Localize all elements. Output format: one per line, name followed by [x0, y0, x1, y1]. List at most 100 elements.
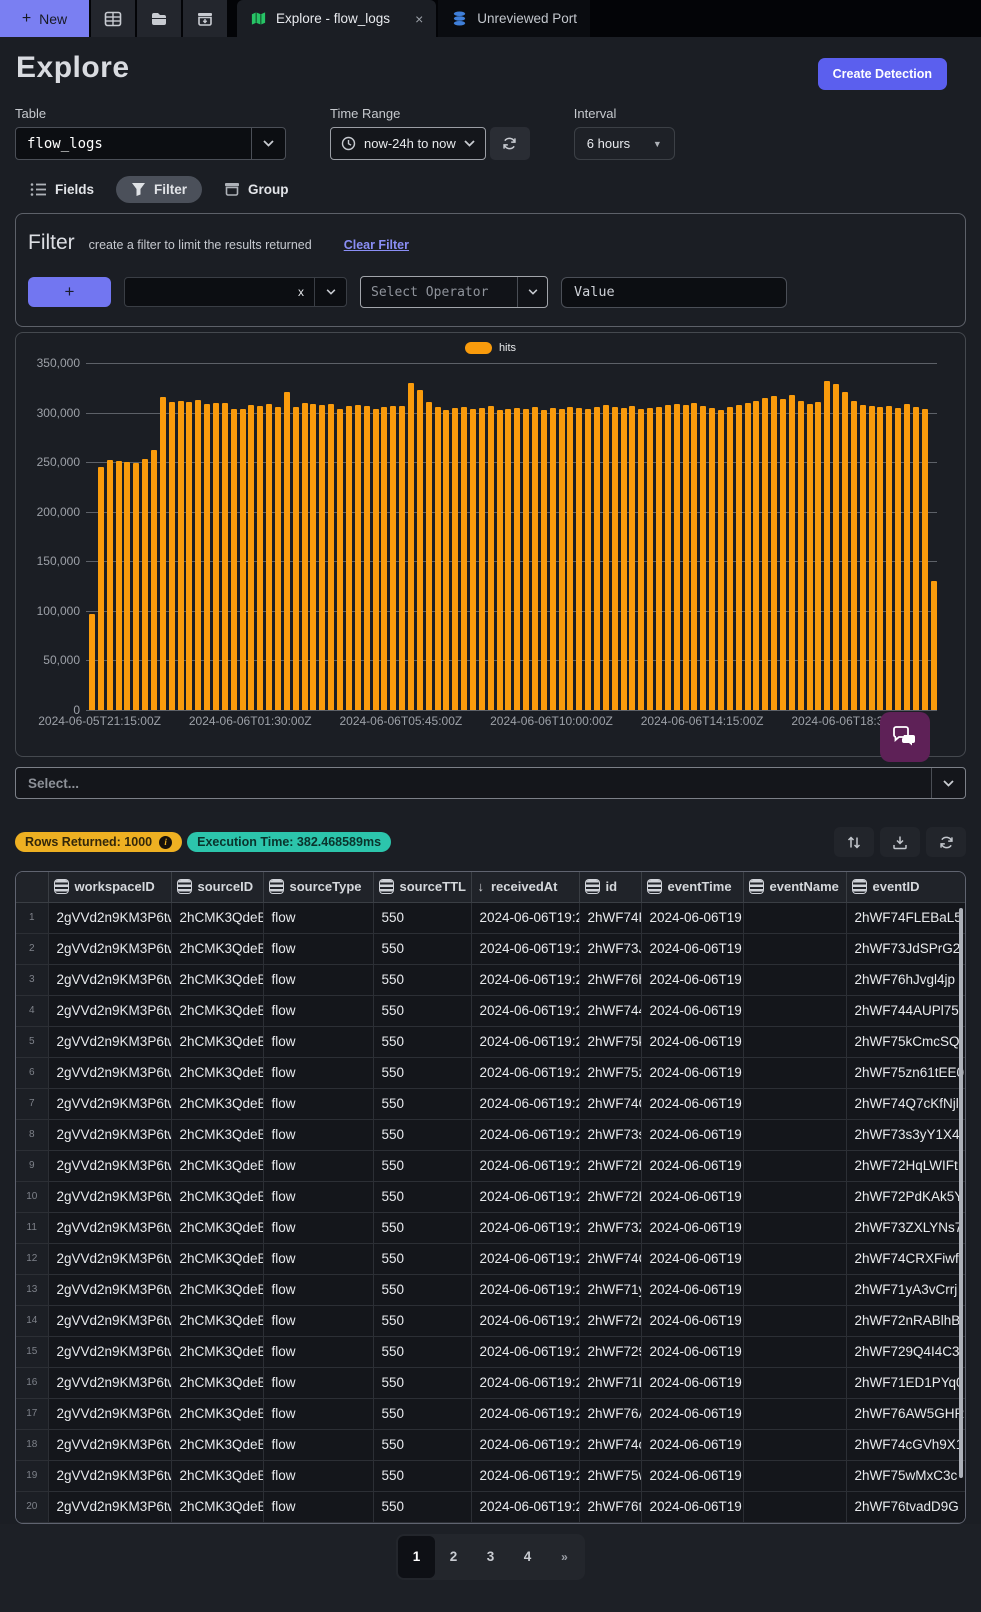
operator-select[interactable]: Select Operator: [360, 276, 548, 308]
bar: [683, 405, 689, 710]
chart-plot[interactable]: [86, 363, 937, 710]
interval-value: 6 hours: [587, 136, 630, 151]
table-row[interactable]: 82gVVd2n9KM3P6twl2hCMK3QdeBGflow5502024-…: [16, 1119, 966, 1150]
refresh-results-button[interactable]: [926, 827, 966, 857]
filter-value-input[interactable]: [561, 277, 787, 308]
table-cell: 2hWF75kCmcSQ: [846, 1026, 966, 1057]
column-header-sourceTTL[interactable]: sourceTTL: [373, 872, 471, 902]
table-row[interactable]: 52gVVd2n9KM3P6twl2hCMK3QdeBGflow5502024-…: [16, 1026, 966, 1057]
columns-select[interactable]: Select...: [15, 767, 966, 799]
filter-field-combobox[interactable]: x: [124, 277, 347, 307]
table-cell: 2gVVd2n9KM3P6twl: [48, 1274, 171, 1305]
table-cell: [743, 1274, 846, 1305]
info-icon[interactable]: i: [159, 836, 172, 849]
download-button[interactable]: [880, 827, 920, 857]
table-row[interactable]: 92gVVd2n9KM3P6twl2hCMK3QdeBGflow5502024-…: [16, 1150, 966, 1181]
column-header-sourceType[interactable]: sourceType: [263, 872, 373, 902]
table-cell: 2024-06-06T19:1: [641, 1119, 743, 1150]
page-button-4[interactable]: 4: [509, 1536, 546, 1578]
table-cell: 2hCMK3QdeBG: [171, 1026, 263, 1057]
table-cell: 2hCMK3QdeBG: [171, 1491, 263, 1522]
column-header-id[interactable]: id: [579, 872, 641, 902]
filter-tab[interactable]: Filter: [116, 176, 202, 203]
tab-unreviewed-port[interactable]: Unreviewed Port: [436, 0, 590, 37]
refresh-time-range-button[interactable]: [490, 127, 530, 160]
interval-select[interactable]: 6 hours ▼: [574, 127, 675, 160]
column-header-sourceID[interactable]: sourceID: [171, 872, 263, 902]
row-number: 7: [16, 1088, 48, 1119]
bar: [435, 407, 441, 710]
table-cell: 2hWF75z: [579, 1057, 641, 1088]
column-header-eventID[interactable]: eventID: [846, 872, 966, 902]
column-sheet-icon: [270, 880, 283, 893]
bar: [248, 405, 254, 710]
feedback-button[interactable]: [880, 712, 930, 762]
table-cell: 2hWF72PdKAk5Y: [846, 1181, 966, 1212]
next-pages-button[interactable]: »: [546, 1536, 583, 1578]
bar: [204, 404, 210, 710]
table-row[interactable]: 72gVVd2n9KM3P6twl2hCMK3QdeBGflow5502024-…: [16, 1088, 966, 1119]
group-tab[interactable]: Group: [224, 182, 289, 197]
column-sheet-icon: [55, 880, 68, 893]
table-cell: 2gVVd2n9KM3P6twl: [48, 1057, 171, 1088]
clear-filter-link[interactable]: Clear Filter: [344, 238, 409, 252]
table-row[interactable]: 22gVVd2n9KM3P6twl2hCMK3QdeBGflow5502024-…: [16, 933, 966, 964]
table-scrollbar[interactable]: [959, 908, 963, 1478]
row-number: 11: [16, 1212, 48, 1243]
table-select[interactable]: flow_logs: [15, 127, 286, 160]
column-header-receivedAt[interactable]: ↓receivedAt: [471, 872, 579, 902]
table-body: 12gVVd2n9KM3P6twl2hCMK3QdeBGflow5502024-…: [16, 902, 966, 1522]
table-cell: flow: [263, 1181, 373, 1212]
clear-field-icon[interactable]: x: [288, 285, 314, 299]
add-filter-button[interactable]: +: [28, 277, 111, 307]
table-cell: 2hCMK3QdeBG: [171, 933, 263, 964]
row-number-header: [16, 872, 48, 902]
table-row[interactable]: 172gVVd2n9KM3P6twl2hCMK3QdeBGflow5502024…: [16, 1398, 966, 1429]
bar: [302, 403, 308, 710]
close-icon[interactable]: ×: [415, 11, 423, 27]
table-cell: 2hWF73J: [579, 933, 641, 964]
page-button-2[interactable]: 2: [435, 1536, 472, 1578]
page-button-1[interactable]: 1: [398, 1536, 435, 1578]
table-row[interactable]: 62gVVd2n9KM3P6twl2hCMK3QdeBGflow5502024-…: [16, 1057, 966, 1088]
bar: [842, 392, 848, 710]
archive-button[interactable]: [183, 0, 227, 37]
time-range-control[interactable]: now-24h to now: [330, 127, 486, 160]
tables-button[interactable]: [91, 0, 135, 37]
tab-explore-flow-logs[interactable]: Explore - flow_logs ×: [237, 0, 436, 37]
create-detection-button[interactable]: Create Detection: [818, 58, 947, 90]
table-row[interactable]: 152gVVd2n9KM3P6twl2hCMK3QdeBGflow5502024…: [16, 1336, 966, 1367]
table-cell: 2hWF71y: [579, 1274, 641, 1305]
table-cell: 550: [373, 995, 471, 1026]
files-button[interactable]: [137, 0, 181, 37]
bar: [160, 397, 166, 710]
table-row[interactable]: 42gVVd2n9KM3P6twl2hCMK3QdeBGflow5502024-…: [16, 995, 966, 1026]
table-cell: 2024-06-06T19:1: [641, 1460, 743, 1491]
table-cell: flow: [263, 1243, 373, 1274]
table-row[interactable]: 162gVVd2n9KM3P6twl2hCMK3QdeBGflow5502024…: [16, 1367, 966, 1398]
table-row[interactable]: 202gVVd2n9KM3P6twl2hCMK3QdeBGflow5502024…: [16, 1491, 966, 1522]
bar: [550, 408, 556, 710]
column-header-eventTime[interactable]: eventTime: [641, 872, 743, 902]
table-row[interactable]: 142gVVd2n9KM3P6twl2hCMK3QdeBGflow5502024…: [16, 1305, 966, 1336]
fields-tab[interactable]: Fields: [30, 182, 94, 197]
table-cell: [743, 1150, 846, 1181]
column-header-workspaceID[interactable]: workspaceID: [48, 872, 171, 902]
new-button[interactable]: + New: [0, 0, 89, 37]
table-row[interactable]: 12gVVd2n9KM3P6twl2hCMK3QdeBGflow5502024-…: [16, 902, 966, 933]
filter-panel-title: Filter: [28, 231, 75, 255]
bar: [709, 408, 715, 710]
table-row[interactable]: 182gVVd2n9KM3P6twl2hCMK3QdeBGflow5502024…: [16, 1429, 966, 1460]
table-row[interactable]: 102gVVd2n9KM3P6twl2hCMK3QdeBGflow5502024…: [16, 1181, 966, 1212]
column-header-eventName[interactable]: eventName: [743, 872, 846, 902]
table-row[interactable]: 32gVVd2n9KM3P6twl2hCMK3QdeBGflow5502024-…: [16, 964, 966, 995]
sort-results-button[interactable]: [834, 827, 874, 857]
page-button-3[interactable]: 3: [472, 1536, 509, 1578]
bar: [745, 403, 751, 710]
table-cell: 2hWF71yA3vCrrj: [846, 1274, 966, 1305]
table-row[interactable]: 112gVVd2n9KM3P6twl2hCMK3QdeBGflow5502024…: [16, 1212, 966, 1243]
table-row[interactable]: 122gVVd2n9KM3P6twl2hCMK3QdeBGflow5502024…: [16, 1243, 966, 1274]
table-row[interactable]: 192gVVd2n9KM3P6twl2hCMK3QdeBGflow5502024…: [16, 1460, 966, 1491]
table-row[interactable]: 132gVVd2n9KM3P6twl2hCMK3QdeBGflow5502024…: [16, 1274, 966, 1305]
table-cell: flow: [263, 1150, 373, 1181]
